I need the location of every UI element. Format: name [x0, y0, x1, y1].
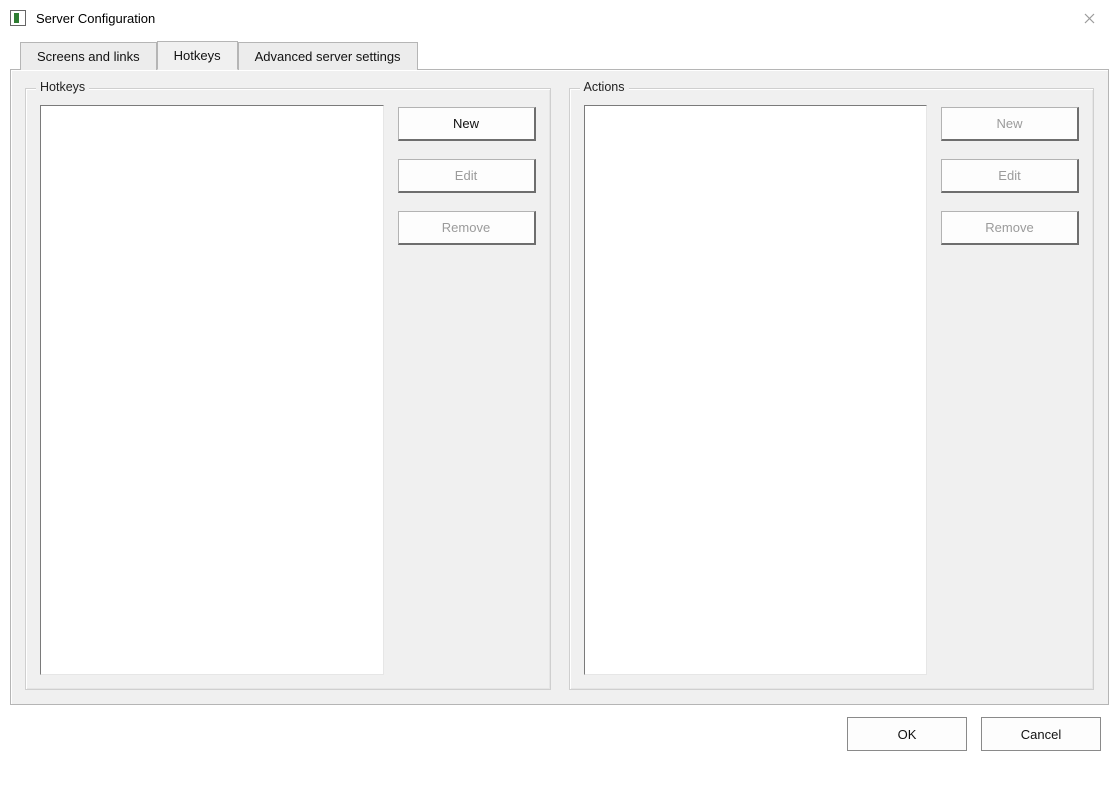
tab-hotkeys[interactable]: Hotkeys — [157, 41, 238, 70]
window-title: Server Configuration — [36, 11, 1069, 26]
dialog-footer: OK Cancel — [10, 717, 1109, 751]
close-button[interactable] — [1069, 4, 1109, 32]
cancel-button[interactable]: Cancel — [981, 717, 1101, 751]
tab-panel: Hotkeys New Edit Remove Actions New — [10, 69, 1109, 705]
tab-bar: Screens and links Hotkeys Advanced serve… — [20, 40, 1109, 69]
close-icon — [1084, 13, 1095, 24]
tab-advanced-server-settings[interactable]: Advanced server settings — [238, 42, 418, 70]
actions-list[interactable] — [584, 105, 928, 675]
tab-screens-and-links[interactable]: Screens and links — [20, 42, 157, 70]
hotkeys-list[interactable] — [40, 105, 384, 675]
group-hotkeys-label: Hotkeys — [36, 80, 89, 94]
group-actions-label: Actions — [580, 80, 629, 94]
group-hotkeys: Hotkeys New Edit Remove — [25, 88, 551, 690]
titlebar: Server Configuration — [0, 0, 1119, 36]
hotkeys-remove-button[interactable]: Remove — [398, 211, 536, 245]
hotkeys-edit-button[interactable]: Edit — [398, 159, 536, 193]
app-icon — [10, 10, 26, 26]
actions-new-button[interactable]: New — [941, 107, 1079, 141]
actions-edit-button[interactable]: Edit — [941, 159, 1079, 193]
group-actions: Actions New Edit Remove — [569, 88, 1095, 690]
ok-button[interactable]: OK — [847, 717, 967, 751]
actions-remove-button[interactable]: Remove — [941, 211, 1079, 245]
hotkeys-new-button[interactable]: New — [398, 107, 536, 141]
